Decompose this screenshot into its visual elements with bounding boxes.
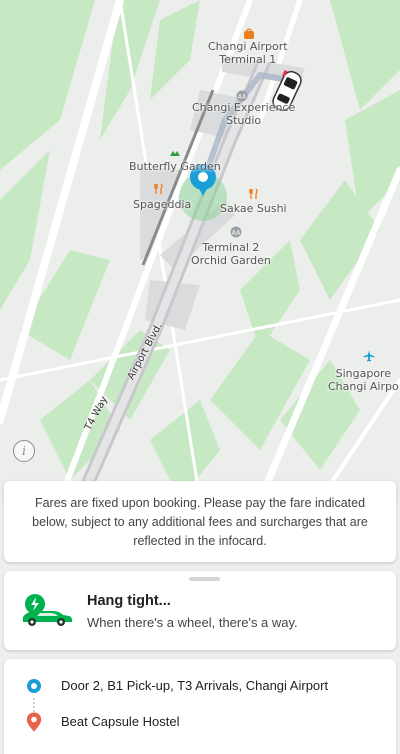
map-label-terminal2-orchid-garden: Terminal 2 Orchid Garden (191, 241, 271, 267)
status-subtitle: When there's a wheel, there's a way. (87, 615, 298, 630)
map-label-butterfly-garden: Butterfly Garden (129, 160, 221, 173)
attraction-icon: AA (230, 226, 242, 238)
fare-notice-text: Fares are fixed upon booking. Please pay… (32, 496, 368, 548)
route-card[interactable]: Door 2, B1 Pick-up, T3 Arrivals, Changi … (4, 659, 396, 754)
restaurant-icon (154, 183, 163, 194)
map-view[interactable]: AA AA Changi Airport Terminal 1 Changi E… (0, 0, 400, 500)
map-label-changi-airport-terminal1: Changi Airport Terminal 1 (208, 40, 288, 66)
restaurant-icon (249, 188, 258, 199)
park-icon (170, 151, 180, 156)
fare-notice-card: Fares are fixed upon booking. Please pay… (4, 481, 396, 562)
map-info-button[interactable]: i (13, 440, 35, 462)
map-label-singapore-changi-airport: Singapore Changi Airpo (328, 367, 399, 393)
drag-handle[interactable] (189, 577, 220, 581)
map-label-sakae-sushi: Sakae Sushi (220, 202, 287, 215)
pickup-point-icon (27, 679, 41, 693)
airport-icon (363, 350, 375, 362)
green-car-charging-icon (23, 594, 72, 626)
booking-status-card[interactable]: Hang tight... When there's a wheel, ther… (4, 571, 396, 650)
pickup-address[interactable]: Door 2, B1 Pick-up, T3 Arrivals, Changi … (61, 678, 328, 693)
status-title: Hang tight... (87, 593, 171, 609)
destination-pin-icon (26, 712, 42, 732)
svg-text:AA: AA (238, 94, 247, 101)
map-label-changi-experience-studio: Changi Experience Studio (192, 101, 296, 127)
destination-address[interactable]: Beat Capsule Hostel (61, 714, 180, 729)
svg-text:AA: AA (232, 230, 241, 237)
map-label-spageddia: Spageddia (133, 198, 192, 211)
shopping-bag-icon (244, 28, 254, 39)
